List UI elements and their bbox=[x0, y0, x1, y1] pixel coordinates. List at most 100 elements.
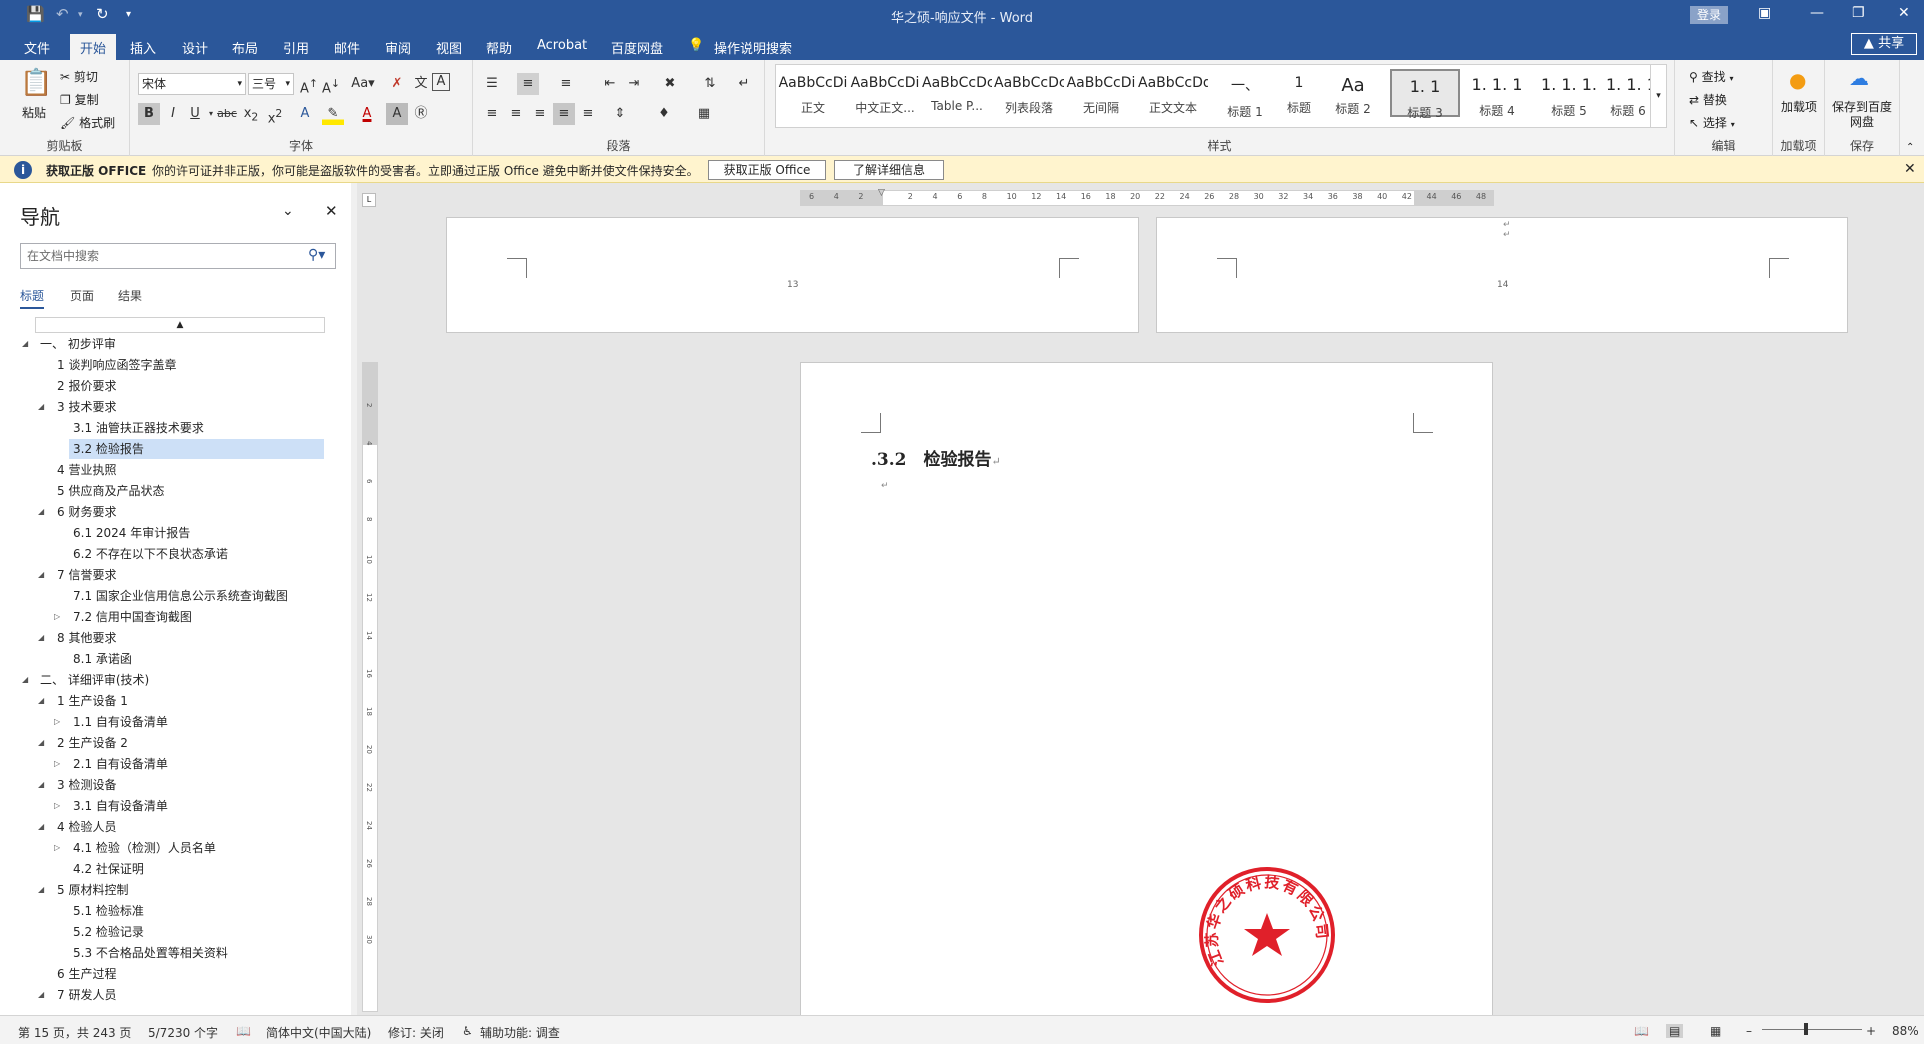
nav-tree-item[interactable]: 4 营业执照 bbox=[0, 460, 330, 480]
word-count[interactable]: 5/7230 个字 bbox=[148, 1024, 218, 1041]
align-left-icon[interactable]: ≡ bbox=[481, 103, 503, 125]
gallery-more-icon[interactable]: ▾ bbox=[1650, 65, 1666, 127]
proofing-icon[interactable]: 📖 bbox=[236, 1024, 251, 1038]
share-button[interactable]: ▲ 共享 bbox=[1851, 33, 1917, 55]
style-heading-6[interactable]: 1. 1. 1.标题 6 bbox=[1606, 69, 1650, 118]
section-heading[interactable]: .3.2 检验报告↵ bbox=[871, 445, 1001, 470]
collapsed-arrow-icon[interactable]: ▷ bbox=[54, 838, 60, 858]
char-shading-icon[interactable]: A bbox=[386, 103, 408, 125]
nav-tree-item[interactable]: ◢ 4 检验人员 bbox=[0, 817, 330, 837]
enclose-char-icon[interactable]: Ⓡ bbox=[410, 103, 432, 125]
copy-button[interactable]: ❐ 复制 bbox=[60, 91, 99, 108]
collapsed-arrow-icon[interactable]: ▷ bbox=[54, 712, 60, 732]
align-right-icon[interactable]: ≡ bbox=[529, 103, 551, 125]
collapse-up-icon[interactable]: ▲ bbox=[35, 317, 325, 333]
decrease-indent-icon[interactable]: ⇤ bbox=[599, 73, 621, 95]
subscript-icon[interactable]: x2 bbox=[240, 103, 262, 125]
zoom-slider[interactable] bbox=[1762, 1029, 1862, 1030]
bold-icon[interactable]: B bbox=[138, 103, 160, 125]
nav-tree-item[interactable]: 1 谈判响应函签字盖章 bbox=[0, 355, 330, 375]
font-size-select[interactable]: 三号 ▾ bbox=[248, 73, 294, 95]
char-border-icon[interactable]: A bbox=[432, 73, 450, 91]
web-layout-icon[interactable]: ▦ bbox=[1710, 1024, 1721, 1038]
tab-view[interactable]: 视图 bbox=[436, 38, 462, 57]
horizontal-ruler[interactable]: 6 4 2 2 4 6 8 10 12 14 16 18 20 22 24 26 28 30 32 34 36 38 40 4… bbox=[800, 188, 1494, 206]
nav-tree-item[interactable]: ◢ 7 信誉要求 bbox=[0, 565, 330, 585]
page-15[interactable]: .3.2 检验报告↵ ↵ 江苏华之硕科技有限公司 bbox=[800, 362, 1493, 1022]
find-button[interactable]: ⚲ 查找 ▾ bbox=[1689, 68, 1733, 85]
nav-tree-item[interactable]: ◢ 3 技术要求 bbox=[0, 397, 330, 417]
sort-icon[interactable]: ⇅ bbox=[699, 73, 721, 95]
increase-indent-icon[interactable]: ⇥ bbox=[623, 73, 645, 95]
tab-file[interactable]: 文件 bbox=[24, 38, 50, 57]
collapsed-arrow-icon[interactable]: ▷ bbox=[54, 754, 60, 774]
language[interactable]: 简体中文(中国大陆) bbox=[266, 1024, 371, 1041]
nav-tree-item[interactable]: 5.1 检验标准 bbox=[0, 901, 330, 921]
learn-more-button[interactable]: 了解详细信息 bbox=[834, 160, 944, 180]
close-icon[interactable]: ✕ bbox=[325, 202, 338, 220]
tell-me-search[interactable]: 操作说明搜索 bbox=[714, 38, 792, 57]
nav-tree-item[interactable]: ◢ 7 研发人员 bbox=[0, 985, 330, 1005]
show-marks-icon[interactable]: ↵ bbox=[733, 73, 755, 95]
style-heading-4[interactable]: 1. 1. 1 标题 4 bbox=[1462, 69, 1532, 118]
italic-icon[interactable]: I bbox=[162, 103, 184, 125]
zoom-thumb[interactable] bbox=[1804, 1023, 1808, 1035]
clear-format-icon[interactable]: ✗ bbox=[386, 73, 408, 95]
nav-tree-item[interactable]: ◢ 1 生产设备 1 bbox=[0, 691, 330, 711]
track-changes[interactable]: 修订: 关闭 bbox=[388, 1024, 444, 1041]
line-spacing-icon[interactable]: ⇕ bbox=[609, 103, 631, 125]
nav-tree-item[interactable]: ◢ 一、 初步评审 bbox=[0, 334, 330, 354]
nav-tree-item[interactable]: 5 供应商及产品状态 bbox=[0, 481, 330, 501]
nav-tree-item[interactable]: 3.1 油管扶正器技术要求 bbox=[0, 418, 330, 438]
superscript-icon[interactable]: x2 bbox=[264, 103, 286, 126]
nav-tree-item[interactable]: ◢ 5 原材料控制 bbox=[0, 880, 330, 900]
indent-marker[interactable]: ▽ bbox=[878, 188, 885, 198]
highlight-icon[interactable]: ✎ bbox=[322, 103, 344, 125]
expanded-arrow-icon[interactable]: ◢ bbox=[38, 397, 44, 417]
font-color-icon[interactable]: A bbox=[356, 103, 378, 125]
numbering-icon[interactable]: ≡ bbox=[517, 73, 539, 95]
nav-tree-item[interactable]: ▷ 4.1 检验（检测）人员名单 bbox=[0, 838, 330, 858]
nav-tree-item[interactable]: 7.1 国家企业信用信息公示系统查询截图 bbox=[0, 586, 330, 606]
style-table-p[interactable]: AaBbCcDc Table P... bbox=[922, 69, 992, 117]
baidu-cloud-icon[interactable]: ☁ bbox=[1849, 66, 1869, 90]
vertical-ruler[interactable]: 2 4 6 8 10 12 14 16 18 20 22 24 26 28 30 bbox=[362, 362, 378, 1012]
justify-icon[interactable]: ≡ bbox=[553, 103, 575, 125]
expanded-arrow-icon[interactable]: ◢ bbox=[38, 733, 44, 753]
expanded-arrow-icon[interactable]: ◢ bbox=[38, 691, 44, 711]
format-painter-button[interactable]: 🖌 格式刷 bbox=[60, 114, 115, 131]
nav-tree-item[interactable]: 6 生产过程 bbox=[0, 964, 330, 984]
paste-icon[interactable]: 📋 bbox=[20, 68, 52, 98]
shading-icon[interactable]: ♦ bbox=[653, 103, 675, 125]
expanded-arrow-icon[interactable]: ◢ bbox=[38, 880, 44, 900]
nav-tree-item[interactable]: 2 报价要求 bbox=[0, 376, 330, 396]
read-mode-icon[interactable]: 📖 bbox=[1634, 1024, 1649, 1038]
collapsed-arrow-icon[interactable]: ▷ bbox=[54, 607, 60, 627]
chinese-layout-icon[interactable]: ✖ bbox=[659, 73, 681, 95]
style-no-spacing[interactable]: AaBbCcDi 无间隔 bbox=[1066, 69, 1136, 117]
phonetic-icon[interactable]: 文 bbox=[410, 73, 432, 95]
nav-tab-pages[interactable]: 页面 bbox=[70, 287, 94, 304]
tab-mailings[interactable]: 邮件 bbox=[334, 38, 360, 57]
tab-insert[interactable]: 插入 bbox=[130, 38, 156, 57]
nav-tree-item[interactable]: ▷ 3.1 自有设备清单 bbox=[0, 796, 330, 816]
bullets-icon[interactable]: ☰ bbox=[481, 73, 503, 95]
grow-font-icon[interactable]: A↑ bbox=[298, 73, 320, 96]
cut-button[interactable]: ✂ 剪切 bbox=[60, 68, 98, 85]
restore-icon[interactable]: ❐ bbox=[1852, 5, 1865, 21]
select-button[interactable]: ↖ 选择 ▾ bbox=[1689, 114, 1735, 131]
close-icon[interactable]: ✕ bbox=[1904, 161, 1916, 177]
nav-tree-item[interactable]: ▷ 7.2 信用中国查询截图 bbox=[0, 607, 330, 627]
paste-button[interactable]: 粘贴 bbox=[22, 104, 46, 121]
nav-tree-item[interactable]: ◢ 2 生产设备 2 bbox=[0, 733, 330, 753]
style-heading-2[interactable]: Aa 标题 2 bbox=[1318, 69, 1388, 117]
expanded-arrow-icon[interactable]: ◢ bbox=[38, 817, 44, 837]
close-icon[interactable]: ✕ bbox=[1898, 5, 1910, 21]
zoom-out-icon[interactable]: – bbox=[1746, 1024, 1752, 1038]
zoom-in-icon[interactable]: + bbox=[1866, 1024, 1876, 1038]
nav-tree-item[interactable]: ▷ 1.1 自有设备清单 bbox=[0, 712, 330, 732]
nav-tree-item[interactable]: ◢ 3 检测设备 bbox=[0, 775, 330, 795]
chevron-down-icon[interactable]: ⌄ bbox=[282, 203, 294, 219]
style-heading-1[interactable]: 一、 标题 1 bbox=[1210, 69, 1280, 119]
expanded-arrow-icon[interactable]: ◢ bbox=[38, 502, 44, 522]
